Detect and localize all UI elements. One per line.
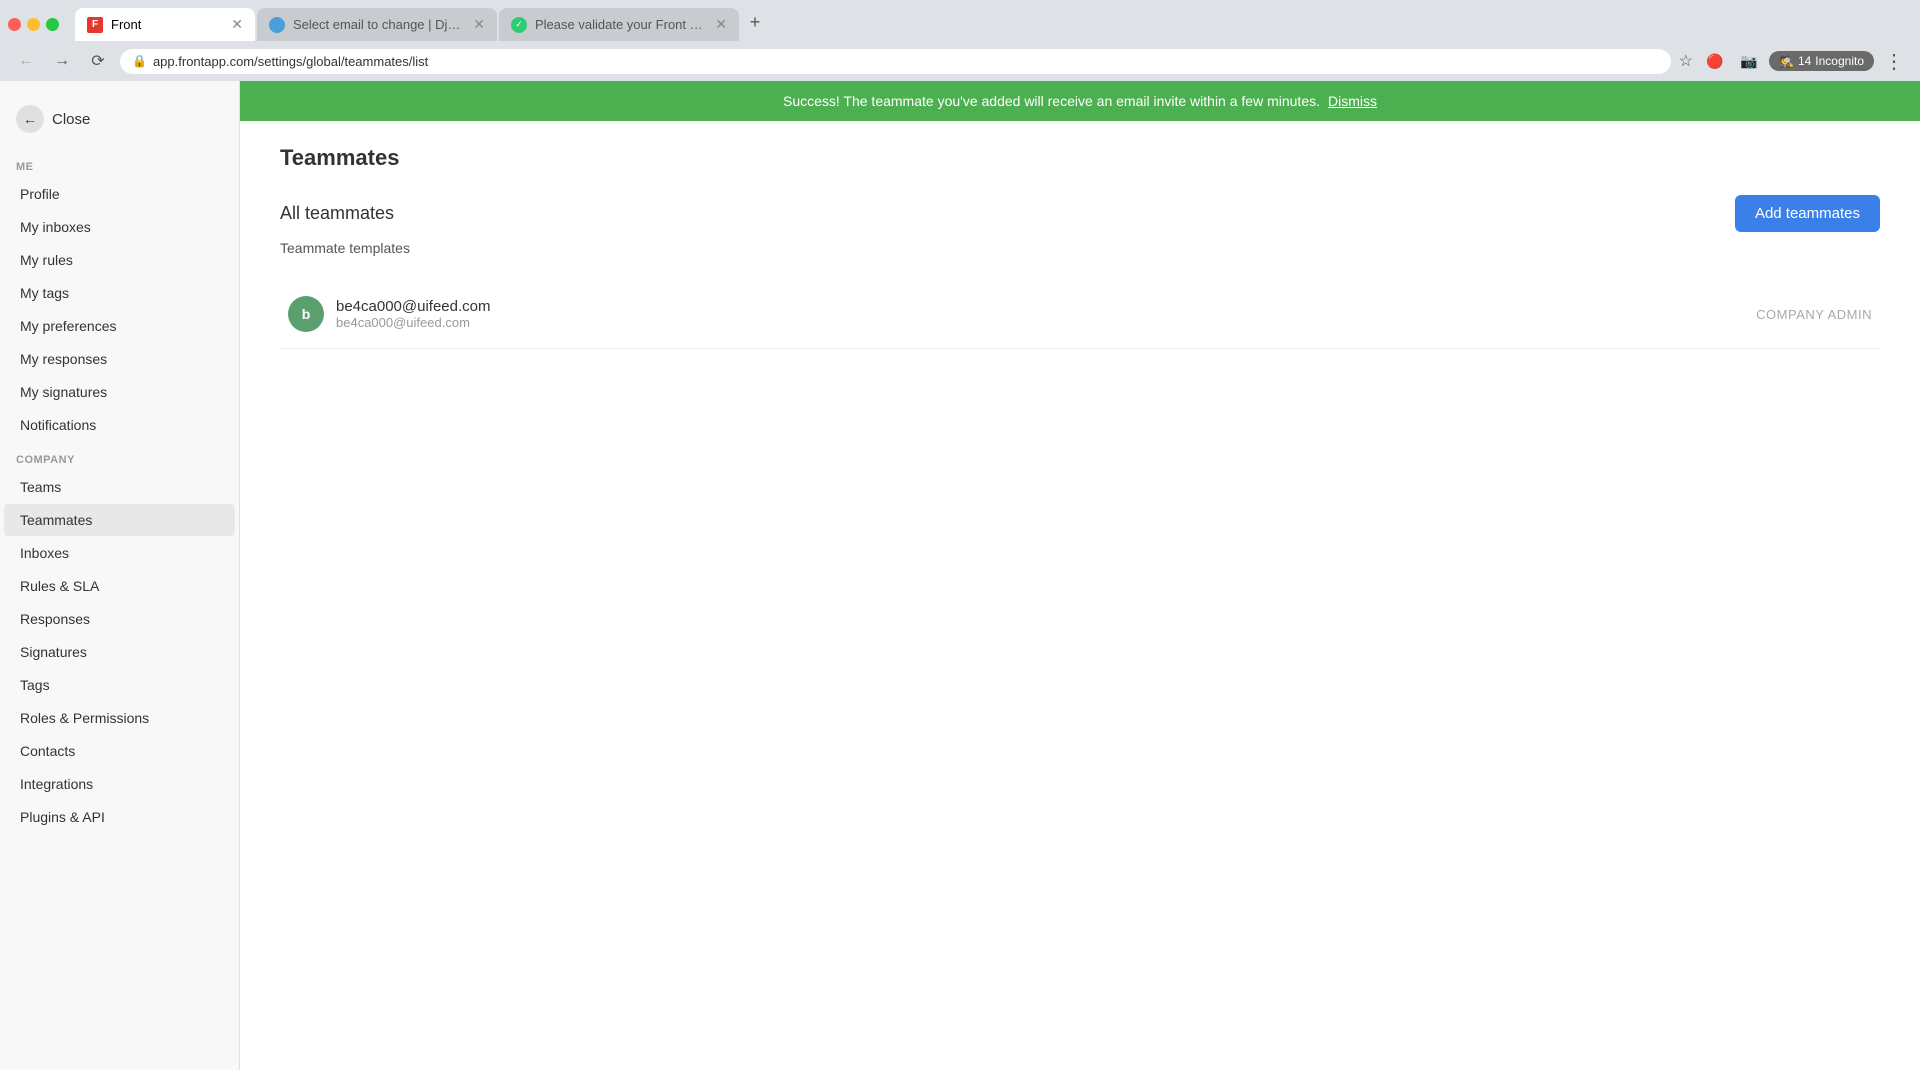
ext-icon-1[interactable]: 🔴 xyxy=(1701,47,1729,75)
forward-button[interactable]: → xyxy=(48,47,76,75)
back-button[interactable]: ← xyxy=(12,47,40,75)
extension-area: 🔴 📷 🕵 14 Incognito ⋮ xyxy=(1701,47,1908,75)
sidebar-item-my-rules[interactable]: My rules xyxy=(4,244,235,276)
incognito-button[interactable]: 🕵 14 Incognito xyxy=(1769,51,1874,71)
title-bar: F Front ✕ Select email to change | Djang… xyxy=(0,0,1920,41)
ext-icon-2[interactable]: 📷 xyxy=(1735,47,1763,75)
add-teammates-button[interactable]: Add teammates xyxy=(1735,195,1880,232)
tab-label-validate: Please validate your Front acc… xyxy=(535,17,707,32)
tab-favicon-validate: ✓ xyxy=(511,17,527,33)
tab-select-email[interactable]: Select email to change | Djang… ✕ xyxy=(257,8,497,41)
sidebar-item-roles-permissions[interactable]: Roles & Permissions xyxy=(4,702,235,734)
traffic-lights xyxy=(8,18,59,31)
teammate-email: be4ca000@uifeed.com xyxy=(336,315,1744,330)
tab-label-front: Front xyxy=(111,17,223,32)
lock-icon: 🔒 xyxy=(132,54,147,68)
more-options-button[interactable]: ⋮ xyxy=(1880,49,1908,74)
teammate-info: be4ca000@uifeed.com be4ca000@uifeed.com xyxy=(336,298,1744,330)
dismiss-link[interactable]: Dismiss xyxy=(1328,93,1377,109)
sidebar-item-contacts[interactable]: Contacts xyxy=(4,735,235,767)
avatar: b xyxy=(288,296,324,332)
sidebar-item-responses[interactable]: Responses xyxy=(4,603,235,635)
bookmark-button[interactable]: ☆ xyxy=(1679,51,1693,71)
page-title: Teammates xyxy=(280,145,1880,171)
table-row: b be4ca000@uifeed.com be4ca000@uifeed.co… xyxy=(280,280,1880,349)
app: ← Close ME Profile My inboxes My rules M… xyxy=(0,81,1920,1070)
tab-bar: F Front ✕ Select email to change | Djang… xyxy=(75,8,1912,41)
incognito-badge: 14 xyxy=(1798,54,1811,68)
tab-favicon-select xyxy=(269,17,285,33)
tab-label-select: Select email to change | Djang… xyxy=(293,17,465,32)
sidebar-item-my-tags[interactable]: My tags xyxy=(4,277,235,309)
tab-close-front[interactable]: ✕ xyxy=(231,16,243,33)
tab-validate[interactable]: ✓ Please validate your Front acc… ✕ xyxy=(499,8,739,41)
browser-chrome: F Front ✕ Select email to change | Djang… xyxy=(0,0,1920,81)
content-area: Teammates All teammates Add teammates Te… xyxy=(240,121,1920,1070)
sidebar-item-teammates[interactable]: Teammates xyxy=(4,504,235,536)
sidebar-item-my-preferences[interactable]: My preferences xyxy=(4,310,235,342)
sidebar: ← Close ME Profile My inboxes My rules M… xyxy=(0,81,240,1070)
sidebar-item-teams[interactable]: Teams xyxy=(4,471,235,503)
close-label: Close xyxy=(52,111,90,128)
minimize-window-button[interactable] xyxy=(27,18,40,31)
tab-close-validate[interactable]: ✕ xyxy=(715,16,727,33)
success-banner: Success! The teammate you've added will … xyxy=(240,81,1920,121)
tab-favicon-front: F xyxy=(87,17,103,33)
new-tab-button[interactable]: + xyxy=(741,8,769,36)
sidebar-item-tags[interactable]: Tags xyxy=(4,669,235,701)
teammate-role: COMPANY ADMIN xyxy=(1756,307,1872,322)
sidebar-item-inboxes[interactable]: Inboxes xyxy=(4,537,235,569)
sidebar-item-my-responses[interactable]: My responses xyxy=(4,343,235,375)
back-arrow-icon: ← xyxy=(16,105,44,133)
tab-close-select[interactable]: ✕ xyxy=(473,16,485,33)
sidebar-item-notifications[interactable]: Notifications xyxy=(4,409,235,441)
teammate-templates-link[interactable]: Teammate templates xyxy=(280,240,1880,256)
incognito-icon: 🕵 xyxy=(1779,54,1794,68)
teammate-name: be4ca000@uifeed.com xyxy=(336,298,1744,315)
maximize-window-button[interactable] xyxy=(46,18,59,31)
tab-front[interactable]: F Front ✕ xyxy=(75,8,255,41)
main-content: Success! The teammate you've added will … xyxy=(240,81,1920,1070)
success-message: Success! The teammate you've added will … xyxy=(783,93,1320,109)
company-section-label: COMPANY xyxy=(0,442,239,470)
all-teammates-label: All teammates xyxy=(280,203,394,224)
sidebar-item-signatures[interactable]: Signatures xyxy=(4,636,235,668)
address-bar: ← → ⟳ 🔒 app.frontapp.com/settings/global… xyxy=(0,41,1920,81)
sidebar-item-my-signatures[interactable]: My signatures xyxy=(4,376,235,408)
reload-button[interactable]: ⟳ xyxy=(84,47,112,75)
teammates-header: All teammates Add teammates xyxy=(280,195,1880,232)
url-text: app.frontapp.com/settings/global/teammat… xyxy=(153,54,428,69)
sidebar-item-rules-sla[interactable]: Rules & SLA xyxy=(4,570,235,602)
sidebar-item-integrations[interactable]: Integrations xyxy=(4,768,235,800)
incognito-label: Incognito xyxy=(1815,54,1864,68)
sidebar-item-profile[interactable]: Profile xyxy=(4,178,235,210)
me-section-label: ME xyxy=(0,149,239,177)
sidebar-item-my-inboxes[interactable]: My inboxes xyxy=(4,211,235,243)
url-bar[interactable]: 🔒 app.frontapp.com/settings/global/teamm… xyxy=(120,49,1671,74)
close-window-button[interactable] xyxy=(8,18,21,31)
sidebar-item-plugins-api[interactable]: Plugins & API xyxy=(4,801,235,833)
close-settings-button[interactable]: ← Close xyxy=(0,97,239,149)
